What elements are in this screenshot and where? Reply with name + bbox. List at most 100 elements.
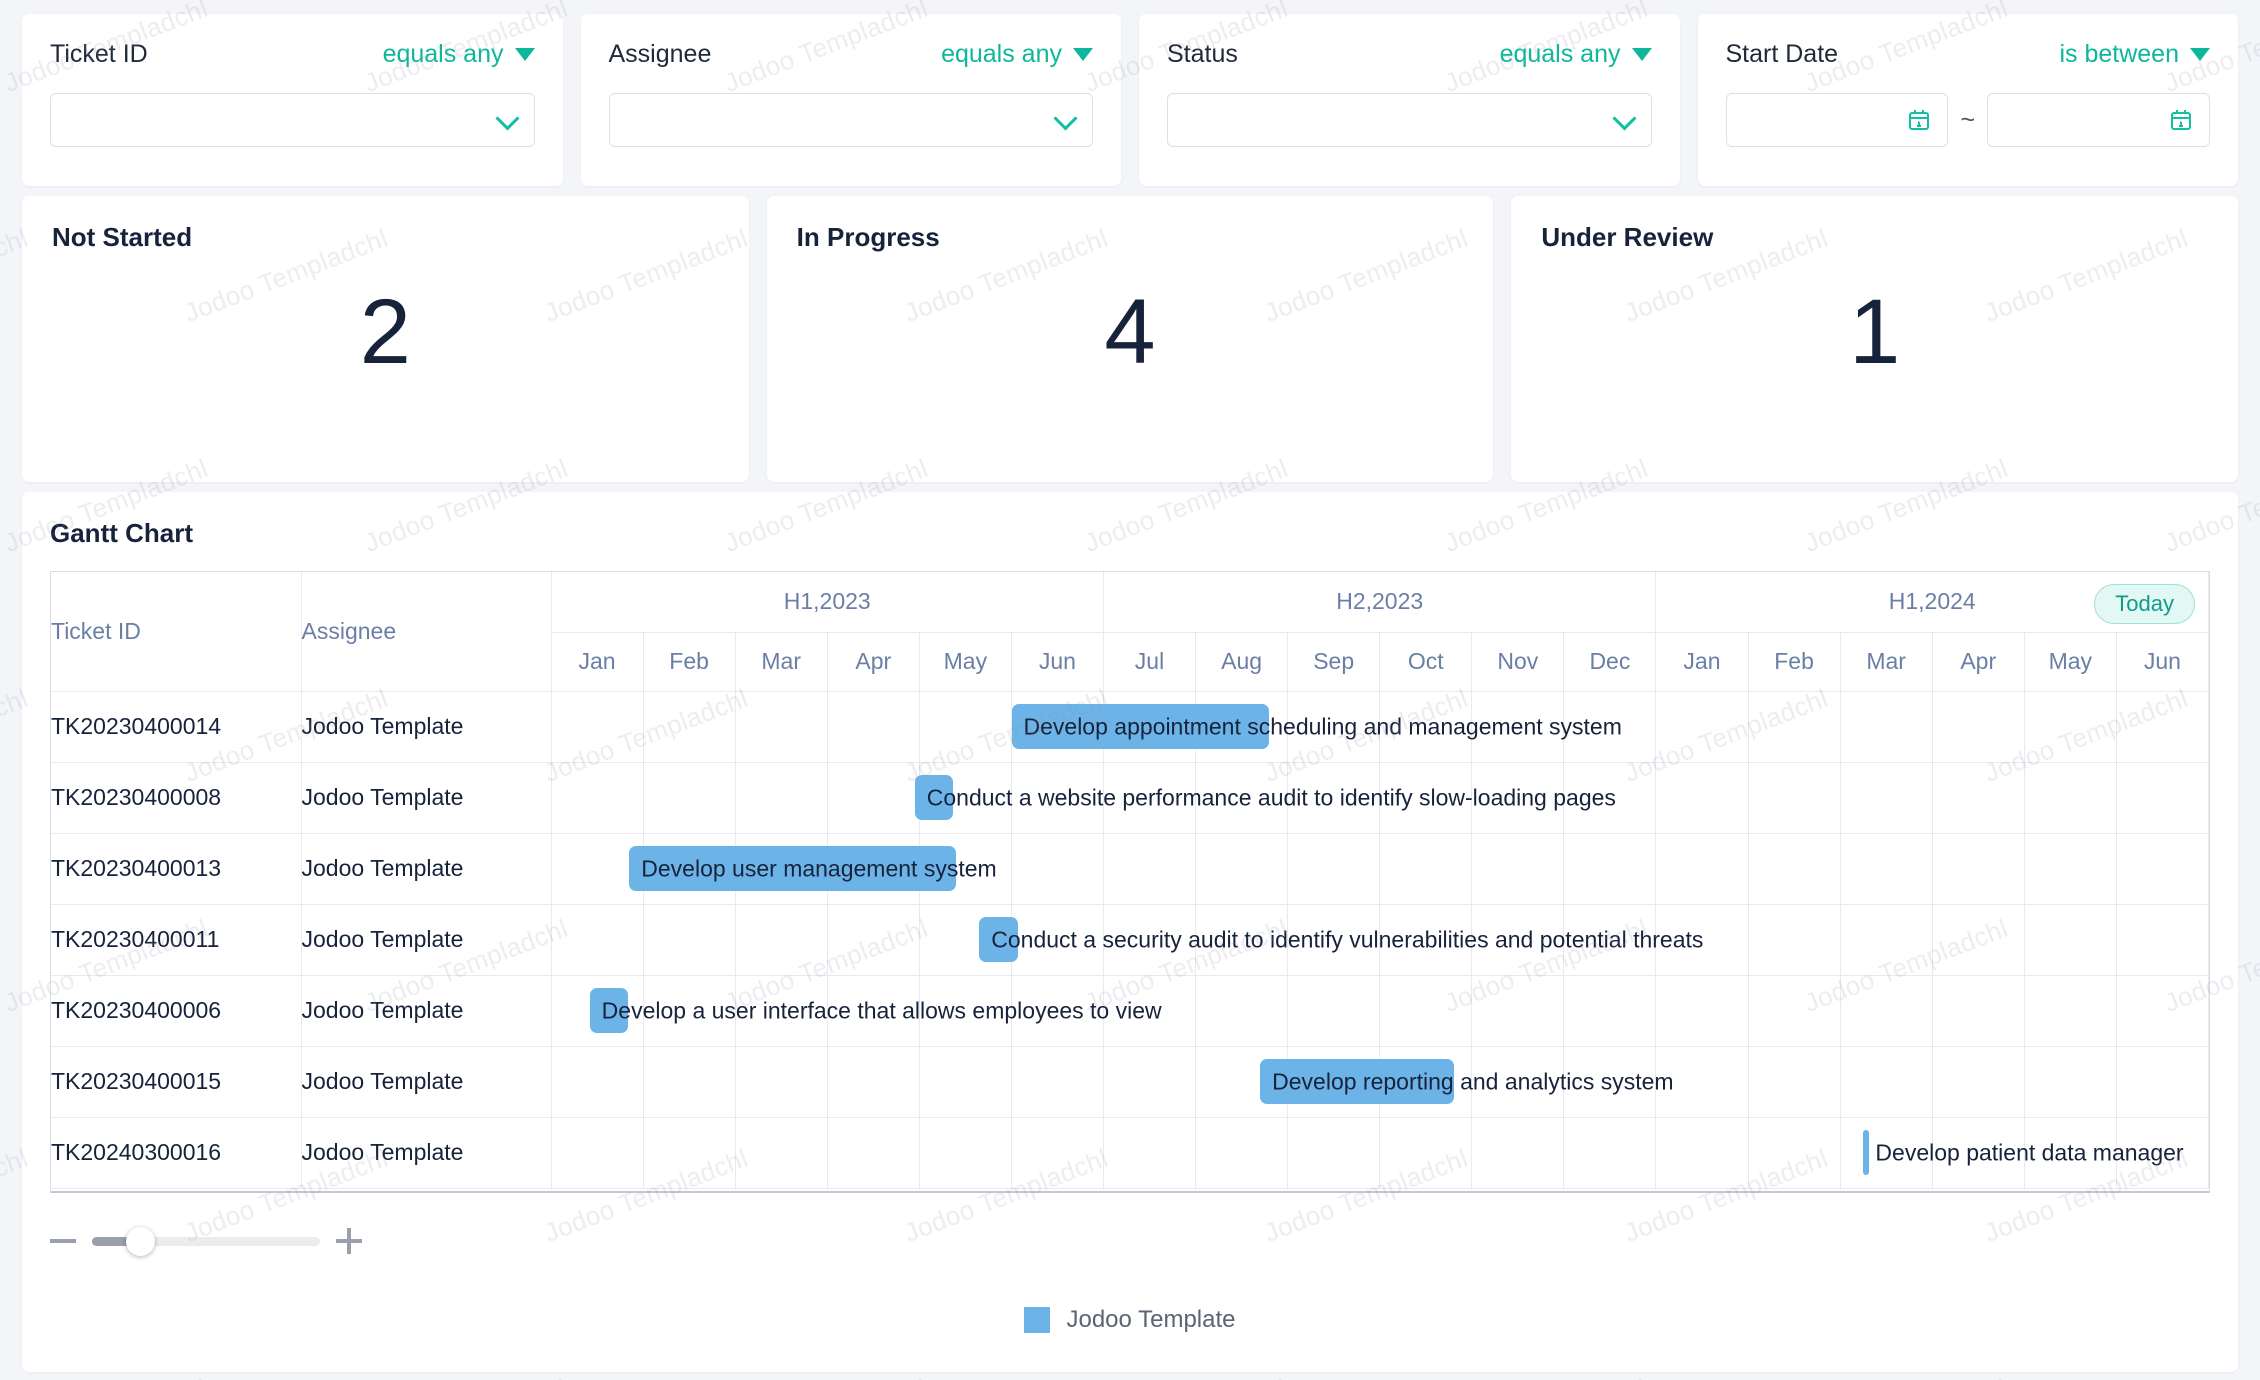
cell-month-0 [551,762,644,834]
cell-month-1 [643,975,736,1047]
cell-month-14 [1840,975,1933,1047]
filter-card-assignee: Assignee equals any [580,14,1121,186]
cell-month-7 [1195,975,1289,1047]
gantt-bar[interactable] [589,988,629,1033]
chevron-down-icon [494,106,520,131]
filter-operator-status[interactable]: equals any [1500,40,1652,69]
cell-month-14 [1840,691,1933,763]
month-header-14: Mar [1840,632,1933,692]
watermark-text: Jodoo Templadchl [2160,1373,2260,1380]
gantt-bar[interactable] [979,917,1018,962]
table-row[interactable]: TK20230400013 Jodoo Template [51,833,2209,905]
cell-assignee: Jodoo Template [301,833,552,905]
kpi-card-under-review: Under Review 1 [1511,196,2239,482]
filter-operator-start-date[interactable]: is between [2059,40,2210,69]
cell-month-17 [2116,691,2209,763]
cell-month-2 [735,975,828,1047]
cell-assignee: Jodoo Template [301,1117,552,1189]
cell-month-10 [1471,691,1565,763]
cell-month-17 [2116,1117,2209,1189]
cell-month-11 [1563,904,1657,976]
cell-month-12 [1655,691,1749,763]
column-header-ticket-id: Ticket ID [51,572,302,692]
filter-operator-label: equals any [382,40,504,68]
cell-month-15 [1932,975,2025,1047]
cell-month-10 [1471,1117,1565,1189]
caret-down-icon [514,48,535,61]
cell-month-8 [1287,762,1381,834]
filter-bar: Ticket ID equals any Assignee equals any [22,14,2238,186]
date-range-separator: ~ [1960,105,1976,134]
gantt-table: Ticket ID Assignee H1,2023 H2,2023 H1,20… [51,572,2209,1189]
cell-month-4 [919,1117,1012,1189]
date-range-row: ~ [1725,93,2211,147]
cell-month-1 [643,1117,736,1189]
cell-month-11 [1563,762,1657,834]
cell-month-11 [1563,1046,1657,1118]
start-date-from-input[interactable] [1725,93,1949,147]
filter-card-ticket-id: Ticket ID equals any [22,14,563,186]
zoom-slider-track[interactable] [92,1226,320,1256]
filter-operator-ticket-id[interactable]: equals any [383,40,535,69]
month-header-5: Jun [1011,632,1104,692]
month-header-6: Jul [1103,632,1197,692]
gantt-scroll-area[interactable]: Ticket ID Assignee H1,2023 H2,2023 H1,20… [50,571,2210,1193]
cell-month-6 [1103,1117,1197,1189]
ticket-id-select[interactable] [50,93,535,147]
start-date-to-input[interactable] [1987,93,2211,147]
table-row[interactable]: TK20230400006 Jodoo Template [51,975,2209,1047]
watermark-text: Jodoo Templadchl [1440,1373,1652,1380]
zoom-in-icon[interactable] [336,1228,362,1254]
cell-month-11 [1563,691,1657,763]
cell-month-17 [2116,1046,2209,1118]
gantt-bar[interactable] [1260,1059,1454,1104]
zoom-out-icon[interactable] [50,1228,76,1254]
calendar-icon [1909,110,1930,130]
cell-month-6 [1103,975,1197,1047]
cell-month-0 [551,691,644,763]
kpi-value: 4 [1104,281,1156,383]
status-select[interactable] [1167,93,1652,147]
cell-month-7 [1195,833,1289,905]
dashboard-root: Ticket ID equals any Assignee equals any [0,0,2260,1380]
gantt-bar[interactable] [914,775,954,820]
gantt-bar[interactable] [1863,1130,1870,1175]
month-header-3: Apr [827,632,920,692]
month-header-13: Feb [1748,632,1841,692]
cell-month-7 [1195,1117,1289,1189]
filter-operator-assignee[interactable]: equals any [941,40,1093,69]
cell-month-3 [827,904,920,976]
gantt-chart-title: Gantt Chart [50,518,193,548]
table-row[interactable]: TK20240300016 Jodoo Template [51,1117,2209,1189]
table-row[interactable]: TK20230400015 Jodoo Template [51,1046,2209,1118]
gantt-legend: Jodoo Template [22,1306,2238,1334]
cell-month-6 [1103,904,1197,976]
filter-operator-label: is between [2059,40,2179,68]
cell-month-16 [2024,691,2117,763]
today-button[interactable]: Today [2094,584,2195,624]
month-header-16: May [2024,632,2117,692]
kpi-row: Not Started 2 In Progress 4 Under Review… [22,196,2239,482]
table-row[interactable]: TK20230400011 Jodoo Template [51,904,2209,976]
cell-month-6 [1103,762,1197,834]
watermark-text: Jodoo Templadchl [360,1373,572,1380]
cell-month-14 [1840,904,1933,976]
cell-month-0 [551,1046,644,1118]
cell-month-0 [551,1117,644,1189]
cell-month-12 [1655,762,1749,834]
cell-month-3 [827,1046,920,1118]
caret-down-icon [2190,48,2210,61]
zoom-slider-thumb[interactable] [126,1226,156,1256]
cell-assignee: Jodoo Template [301,975,552,1047]
month-header-0: Jan [551,632,644,692]
gantt-bar[interactable] [629,846,957,891]
cell-month-12 [1655,1117,1749,1189]
cell-month-8 [1287,904,1381,976]
cell-month-13 [1748,1046,1841,1118]
assignee-select[interactable] [608,93,1093,147]
cell-month-11 [1563,833,1657,905]
gantt-bar[interactable] [1011,704,1270,749]
table-row[interactable]: TK20230400008 Jodoo Template [51,762,2209,834]
kpi-title: In Progress [796,222,940,252]
cell-month-17 [2116,904,2209,976]
